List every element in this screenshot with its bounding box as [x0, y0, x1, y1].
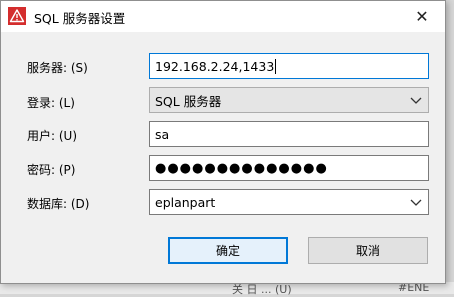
chevron-down-icon[interactable] [410, 197, 422, 207]
password-input-value: ●●●●●●●●●●●●●● [155, 160, 328, 176]
chevron-down-icon [410, 97, 422, 104]
password-label: 密码: (P) [27, 163, 76, 177]
close-icon: ✕ [415, 7, 429, 26]
sql-server-settings-dialog: SQL 服务器设置 ✕ 服务器: (S) 192.168.2.24,1433 登… [0, 0, 446, 284]
server-input[interactable]: 192.168.2.24,1433 [149, 53, 429, 79]
title-bar[interactable]: SQL 服务器设置 ✕ [1, 1, 445, 32]
password-input[interactable]: ●●●●●●●●●●●●●● [149, 155, 429, 181]
login-select[interactable]: SQL 服务器 [149, 87, 429, 113]
text-caret [275, 58, 277, 74]
database-label: 数据库: (D) [27, 197, 90, 211]
login-label: 登录: (L) [27, 96, 75, 110]
server-input-value: 192.168.2.24,1433 [155, 58, 275, 74]
dialog-title: SQL 服务器设置 [34, 11, 126, 26]
user-label: 用户: (U) [27, 129, 78, 143]
ok-button[interactable]: 确定 [168, 237, 288, 264]
database-combobox[interactable]: eplanpart [149, 189, 429, 215]
server-label: 服务器: (S) [27, 61, 88, 75]
database-combobox-value: eplanpart [155, 194, 216, 210]
login-select-value: SQL 服务器 [155, 93, 222, 109]
cancel-button[interactable]: 取消 [308, 237, 428, 264]
user-input[interactable]: sa [149, 121, 429, 147]
close-button[interactable]: ✕ [399, 1, 445, 32]
warning-triangle-icon [8, 7, 26, 25]
ok-button-label: 确定 [215, 244, 240, 258]
cancel-button-label: 取消 [355, 244, 380, 258]
user-input-value: sa [155, 126, 170, 142]
